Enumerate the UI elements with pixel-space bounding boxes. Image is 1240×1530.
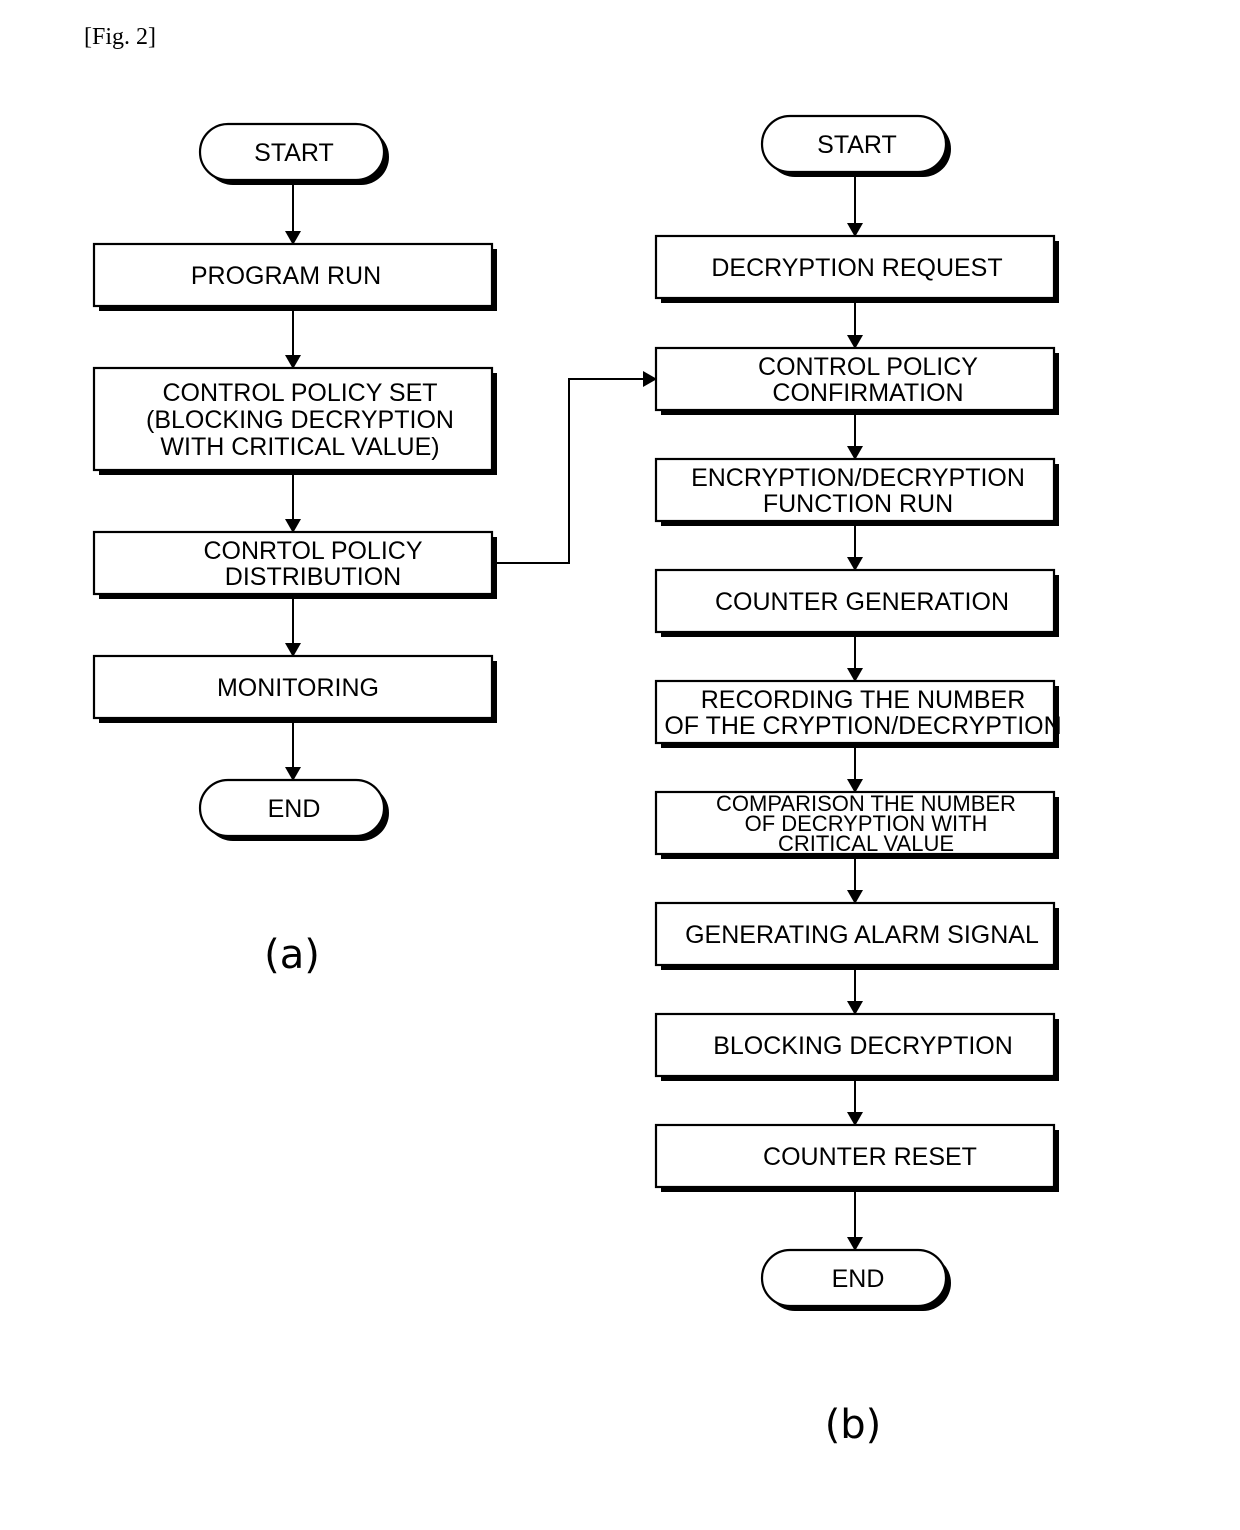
node-label-line: END — [268, 795, 321, 823]
flowchart-node-a-program-run: PROGRAM RUN — [92, 242, 497, 311]
node-label-line: END — [832, 1265, 885, 1293]
node-label-line: MONITORING — [217, 674, 379, 702]
node-label-line: (BLOCKING DECRYPTION — [146, 406, 454, 434]
flowchart-node-a-control-policy-set: CONTROL POLICY SET(BLOCKING DECRYPTIONWI… — [92, 366, 497, 475]
node-label-line: RECORDING THE NUMBER — [701, 686, 1026, 714]
node-label-line: CONTROL POLICY SET — [162, 379, 437, 407]
flowchart-node-b-counter-reset: COUNTER RESET — [654, 1123, 1059, 1192]
flowchart-node-b-comparison: COMPARISON THE NUMBEROF DECRYPTION WITHC… — [654, 790, 1059, 859]
flowchart-node-b-control-policy-confirmation: CONTROL POLICYCONFIRMATION — [654, 346, 1059, 415]
node-label-line: CRITICAL VALUE — [778, 831, 954, 856]
node-label-line: DISTRIBUTION — [225, 563, 401, 591]
flowchart-caption-a: (a) — [264, 932, 320, 978]
flowchart-node-b-decryption-request: DECRYPTION REQUEST — [654, 234, 1059, 303]
node-label-line: WITH CRITICAL VALUE) — [160, 433, 439, 461]
flowchart-node-b-end: END — [760, 1248, 951, 1311]
node-label-line: CONFIRMATION — [772, 379, 963, 407]
flowchart-node-b-generating-alarm: GENERATING ALARM SIGNAL — [654, 901, 1059, 970]
node-label-line: COUNTER GENERATION — [715, 588, 1009, 616]
node-label-line: CONTROL POLICY — [758, 353, 978, 381]
node-label-line: GENERATING ALARM SIGNAL — [685, 921, 1039, 949]
node-label-line: FUNCTION RUN — [763, 490, 953, 518]
node-label-line: START — [817, 131, 897, 159]
flowchart-node-b-blocking-decryption: BLOCKING DECRYPTION — [654, 1012, 1059, 1081]
node-label-line: DECRYPTION REQUEST — [711, 254, 1002, 282]
flowchart-node-a-start: START — [198, 122, 389, 185]
flowchart-diagram: START PROGRAM RUN CONTROL POLICY SET(BLOCK… — [92, 114, 1062, 1448]
node-label-line: CONRTOL POLICY — [203, 537, 422, 565]
flowchart-node-b-enc-dec-function-run: ENCRYPTION/DECRYPTIONFUNCTION RUN — [654, 457, 1059, 526]
nodes-layer: START PROGRAM RUN CONTROL POLICY SET(BLOCK… — [92, 114, 1062, 1311]
flowchart-node-b-recording-number: RECORDING THE NUMBEROF THE CRYPTION/DECR… — [654, 679, 1062, 748]
node-label-line: PROGRAM RUN — [191, 262, 381, 290]
flow-arrow-a-control-policy-distribution-to-b-control-policy-confirmation — [497, 371, 657, 564]
node-label-line: COUNTER RESET — [763, 1143, 977, 1171]
flowchart-node-b-start: START — [760, 114, 951, 177]
flowchart-node-a-control-policy-distribution: CONRTOL POLICYDISTRIBUTION — [92, 530, 497, 599]
flowchart-node-a-end: END — [198, 778, 389, 841]
flowchart-caption-b: (b) — [825, 1402, 882, 1448]
node-label-line: OF THE CRYPTION/DECRYPTION — [664, 712, 1061, 740]
node-label-line: START — [254, 139, 334, 167]
flowchart-node-a-monitoring: MONITORING — [92, 654, 497, 723]
node-label-line: BLOCKING DECRYPTION — [713, 1032, 1013, 1060]
node-label-line: ENCRYPTION/DECRYPTION — [691, 464, 1025, 492]
flowchart-node-b-counter-generation: COUNTER GENERATION — [654, 568, 1059, 637]
